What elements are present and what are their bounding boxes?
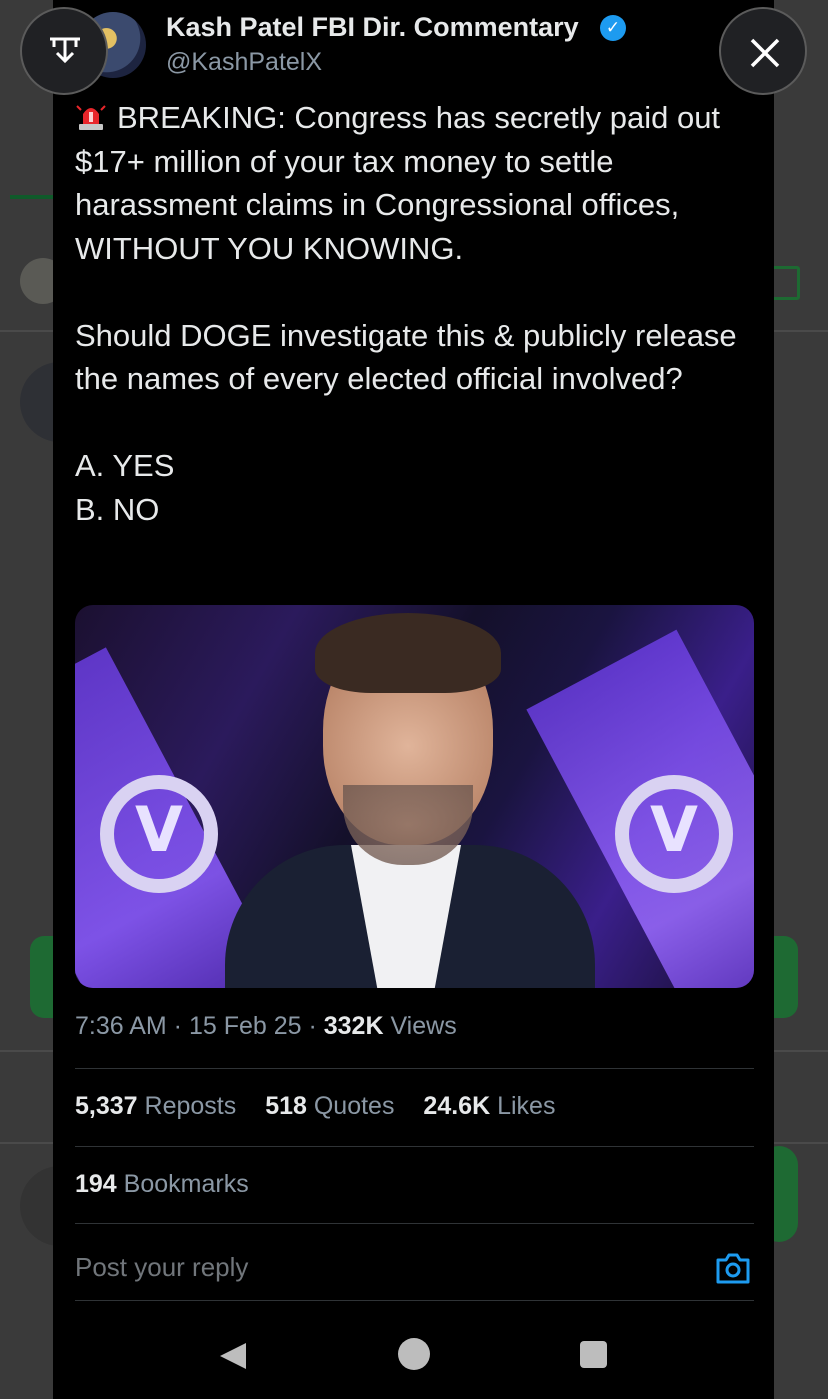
post-time: 7:36 AM · 15 Feb 25 · <box>75 1012 324 1040</box>
bookmarks-count: 194 <box>75 1170 117 1198</box>
bookmarks-stat[interactable]: 194 Bookmarks <box>75 1170 249 1199</box>
views-count: 332K <box>323 1012 384 1040</box>
views-label: Views <box>383 1012 457 1040</box>
likes-stat[interactable]: 24.6K Likes <box>423 1092 555 1120</box>
verified-badge-icon: ✓ <box>600 15 626 41</box>
quotes-label: Quotes <box>306 1092 395 1120</box>
background-tab-indicator <box>10 195 55 199</box>
nav-recents-icon[interactable] <box>580 1341 607 1368</box>
bookmarks-label: Bookmarks <box>116 1170 249 1198</box>
reposts-label: Reposts <box>137 1092 237 1120</box>
author-handle[interactable]: @KashPatelX <box>166 48 322 77</box>
divider <box>75 1223 754 1224</box>
reposts-count: 5,337 <box>75 1092 138 1120</box>
background-image-icon <box>770 266 800 300</box>
siren-emoji-icon <box>75 100 107 132</box>
quotes-stat[interactable]: 518 Quotes <box>265 1092 394 1120</box>
engagement-stats: 5,337 Reposts 518 Quotes 24.6K Likes <box>75 1092 577 1121</box>
download-button[interactable] <box>20 7 108 95</box>
media-person-hair <box>315 613 501 693</box>
likes-count: 24.6K <box>423 1092 491 1120</box>
divider <box>75 1146 754 1147</box>
media-logo <box>615 775 733 893</box>
post-text: BREAKING: Congress has secretly paid out… <box>75 100 737 527</box>
likes-label: Likes <box>490 1092 556 1120</box>
divider <box>75 1300 754 1301</box>
system-nav-bar <box>53 1310 774 1399</box>
reply-input[interactable]: Post your reply <box>75 1252 248 1283</box>
download-icon <box>50 37 80 64</box>
author-name[interactable]: Kash Patel FBI Dir. Commentary <box>166 12 579 43</box>
post-meta: 7:36 AM · 15 Feb 25 · 332K Views <box>75 1012 457 1041</box>
media-logo <box>100 775 218 893</box>
nav-back-icon[interactable] <box>218 1341 248 1371</box>
reposts-stat[interactable]: 5,337 Reposts <box>75 1092 236 1120</box>
post-text-container: BREAKING: Congress has secretly paid out… <box>75 96 765 531</box>
camera-icon[interactable] <box>715 1251 751 1285</box>
divider <box>75 1068 754 1069</box>
quotes-count: 518 <box>265 1092 307 1120</box>
close-button[interactable] <box>719 7 807 95</box>
close-icon <box>750 38 780 68</box>
post-media-image[interactable] <box>75 605 754 988</box>
nav-home-icon[interactable] <box>398 1338 430 1370</box>
